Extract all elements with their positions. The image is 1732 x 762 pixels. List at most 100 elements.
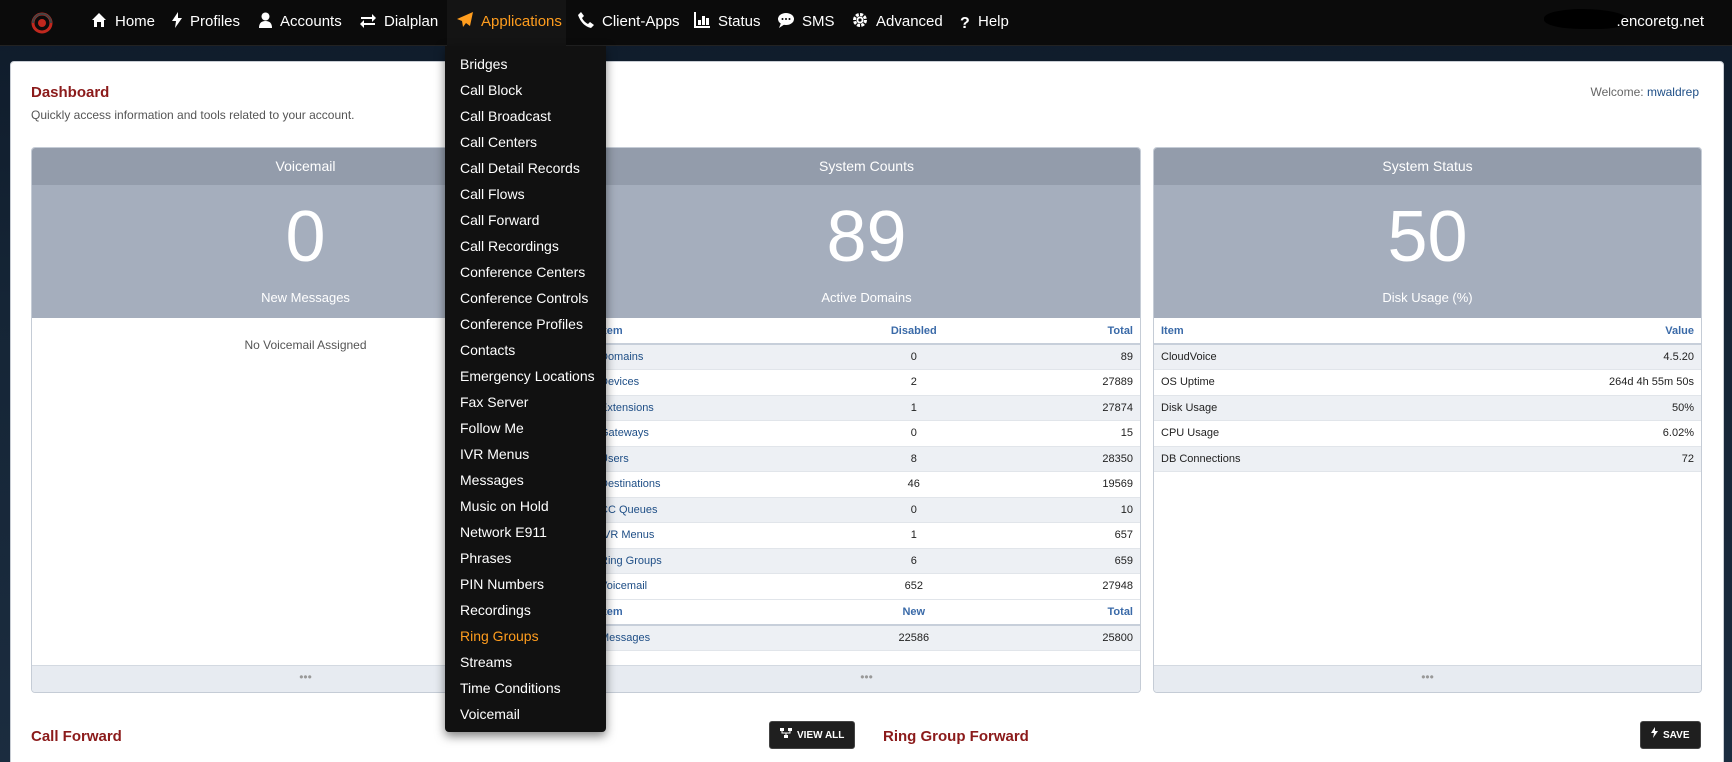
row-item[interactable]: Messages (593, 625, 823, 651)
save-button[interactable]: SAVE (1640, 721, 1701, 749)
menu-item-network-e911[interactable]: Network E911 (460, 519, 547, 545)
view-all-button[interactable]: VIEW ALL (769, 721, 856, 749)
row-total: 25800 (1004, 625, 1140, 651)
menu-item-streams[interactable]: Streams (460, 649, 512, 675)
nav-dialplan[interactable]: Dialplan (360, 0, 438, 46)
redacted-domain-mask (1544, 9, 1628, 29)
system-counts-expand-handle[interactable]: ••• (593, 665, 1140, 692)
menu-item-follow-me[interactable]: Follow Me (460, 415, 524, 441)
table-row[interactable]: CC Queues 0 10 (593, 497, 1140, 523)
nav-applications[interactable]: Applications (447, 0, 566, 46)
table-row[interactable]: Devices 2 27889 (593, 369, 1140, 396)
nav-accounts-label: Accounts (280, 13, 342, 30)
row-item[interactable]: CC Queues (593, 497, 823, 523)
table-row[interactable]: Destinations 46 19569 (593, 471, 1140, 498)
row-item[interactable]: Ring Groups (593, 548, 823, 574)
menu-item-call-centers[interactable]: Call Centers (460, 129, 537, 155)
menu-item-conference-centers[interactable]: Conference Centers (460, 259, 585, 285)
row-disabled: 0 (822, 344, 1005, 370)
system-counts-body: Item Disabled Total Domains 0 89 Devices 2 27… (593, 318, 1140, 661)
menu-item-call-detail-records[interactable]: Call Detail Records (460, 155, 580, 181)
system-status-widget: System Status 50 Disk Usage (%) Item Val… (1153, 147, 1702, 693)
nav-home[interactable]: Home (91, 0, 155, 46)
row-disabled: 0 (822, 420, 1005, 447)
table-row[interactable]: Ring Groups 6 659 (593, 548, 1140, 574)
nav-home-label: Home (115, 13, 156, 30)
row-item[interactable]: Devices (593, 369, 823, 396)
exchange-icon (360, 14, 376, 28)
menu-item-emergency-locations[interactable]: Emergency Locations (460, 363, 595, 389)
menu-item-voicemail[interactable]: Voicemail (460, 701, 520, 727)
domain-label[interactable]: .encoretg.net (1616, 0, 1704, 46)
system-status-hero[interactable]: 50 Disk Usage (%) (1154, 185, 1701, 318)
table-row: CloudVoice 4.5.20 (1154, 344, 1701, 370)
table-row[interactable]: Domains 0 89 (593, 344, 1140, 370)
row-total: 27889 (1004, 369, 1140, 396)
nav-client-apps[interactable]: Client-Apps (578, 0, 680, 46)
menu-item-conference-controls[interactable]: Conference Controls (460, 285, 588, 311)
table-row[interactable]: Messages 22586 25800 (593, 625, 1140, 651)
system-counts-hero[interactable]: 89 Active Domains (593, 185, 1140, 318)
table-row: Disk Usage 50% (1154, 395, 1701, 421)
system-status-expand-handle[interactable]: ••• (1154, 665, 1701, 692)
row-item[interactable]: Users (593, 446, 823, 472)
username-link[interactable]: mwaldrep (1647, 85, 1699, 99)
table-row: OS Uptime 264d 4h 55m 50s (1154, 369, 1701, 396)
row-item[interactable]: Domains (593, 344, 823, 370)
row-item[interactable]: Destinations (593, 471, 823, 498)
row-item[interactable]: Voicemail (593, 573, 823, 600)
system-status-widget-title[interactable]: System Status (1154, 148, 1701, 185)
menu-item-fax-server[interactable]: Fax Server (460, 389, 528, 415)
system-counts-widget: System Counts 89 Active Domains Item Dis… (592, 147, 1141, 693)
table-row[interactable]: Users 8 28350 (593, 446, 1140, 472)
row-item[interactable]: Gateways (593, 420, 823, 447)
system-counts-widget-title[interactable]: System Counts (593, 148, 1140, 185)
menu-item-phrases[interactable]: Phrases (460, 545, 511, 571)
nav-advanced-label: Advanced (876, 13, 943, 30)
welcome-label: Welcome: (1590, 85, 1644, 99)
menu-item-call-recordings[interactable]: Call Recordings (460, 233, 559, 259)
menu-item-call-broadcast[interactable]: Call Broadcast (460, 103, 551, 129)
menu-item-ivr-menus[interactable]: IVR Menus (460, 441, 529, 467)
system-status-table: Item Value CloudVoice 4.5.20 OS Uptime 264d… (1154, 318, 1701, 472)
menu-item-bridges[interactable]: Bridges (460, 51, 507, 77)
row-item: CPU Usage (1154, 420, 1420, 447)
menu-item-messages[interactable]: Messages (460, 467, 524, 493)
menu-item-time-conditions[interactable]: Time Conditions (460, 675, 561, 701)
nav-profiles[interactable]: Profiles (172, 0, 240, 46)
home-icon (92, 13, 106, 27)
row-total: 657 (1004, 522, 1140, 549)
col-total: Total (1004, 318, 1140, 345)
menu-item-recordings[interactable]: Recordings (460, 597, 531, 623)
col-item: Item (593, 318, 823, 345)
nav-help[interactable]: ? Help (960, 0, 1009, 46)
paper-plane-icon (457, 12, 473, 27)
menu-item-ring-groups[interactable]: Ring Groups (460, 623, 539, 649)
menu-item-conference-profiles[interactable]: Conference Profiles (460, 311, 583, 337)
menu-item-call-flows[interactable]: Call Flows (460, 181, 525, 207)
page-subtitle: Quickly access information and tools rel… (31, 108, 355, 122)
table-row[interactable]: Gateways 0 15 (593, 420, 1140, 447)
row-disabled: 1 (822, 395, 1005, 421)
row-value: 72 (1419, 446, 1701, 472)
nav-accounts[interactable]: Accounts (259, 0, 342, 46)
row-disabled: 6 (822, 548, 1005, 574)
menu-item-music-on-hold[interactable]: Music on Hold (460, 493, 549, 519)
menu-item-pin-numbers[interactable]: PIN Numbers (460, 571, 544, 597)
row-item[interactable]: IVR Menus (593, 522, 823, 549)
table-row[interactable]: Voicemail 652 27948 (593, 573, 1140, 600)
menu-item-contacts[interactable]: Contacts (460, 337, 515, 363)
menu-item-call-block[interactable]: Call Block (460, 77, 522, 103)
user-icon (259, 12, 272, 28)
nav-sms[interactable]: SMS (778, 0, 835, 46)
logo-icon[interactable] (31, 12, 53, 34)
menu-item-call-forward[interactable]: Call Forward (460, 207, 539, 233)
row-total: 28350 (1004, 446, 1140, 472)
system-counts-table: Item Disabled Total Domains 0 89 Devices 2 27… (593, 318, 1140, 651)
nav-status-label: Status (718, 13, 761, 30)
row-item[interactable]: Extensions (593, 395, 823, 421)
table-row[interactable]: IVR Menus 1 657 (593, 522, 1140, 549)
nav-status[interactable]: Status (694, 0, 761, 46)
table-row[interactable]: Extensions 1 27874 (593, 395, 1140, 421)
nav-advanced[interactable]: Advanced (852, 0, 943, 46)
